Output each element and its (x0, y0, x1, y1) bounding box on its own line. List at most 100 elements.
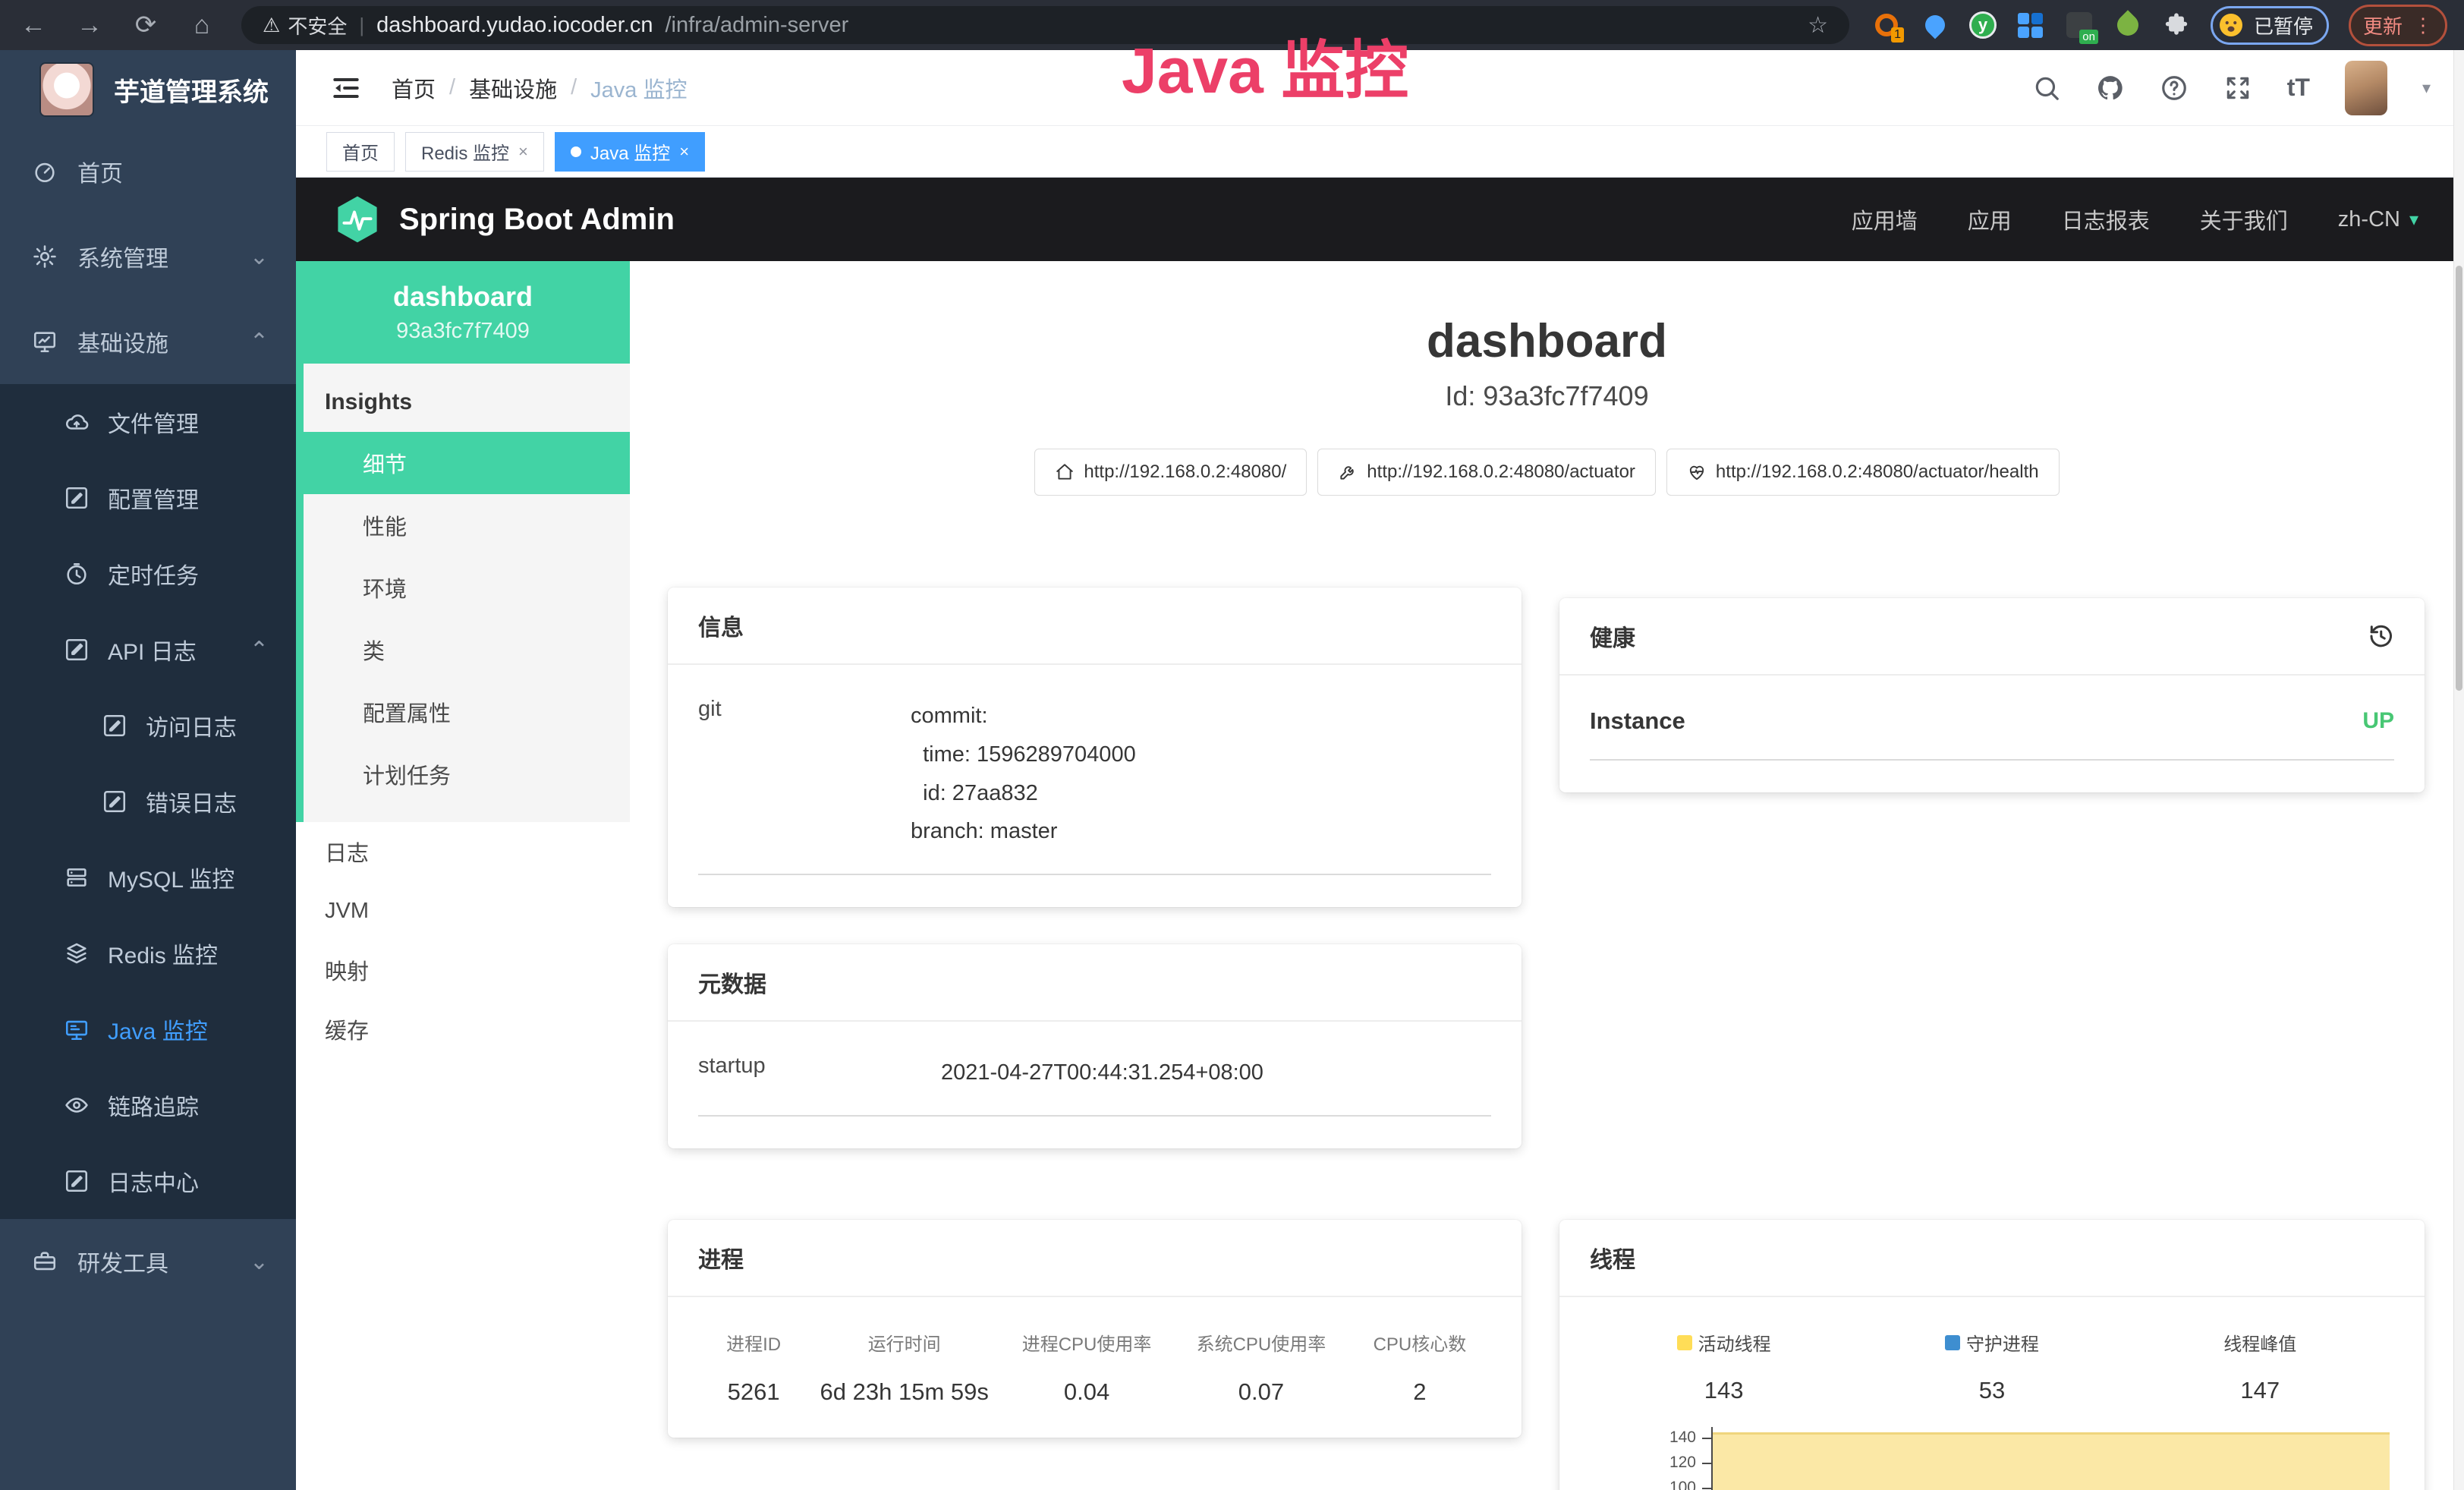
extension-grid-icon[interactable] (2016, 11, 2045, 39)
app-logo[interactable]: 芋道管理系统 (0, 50, 296, 129)
sba-nav: 应用墙 应用 日志报表 关于我们 zh-CN ▾ (1852, 203, 2418, 235)
chevron-up-icon: ⌃ (250, 637, 269, 663)
cpu-cores: 2 (1348, 1378, 1491, 1406)
close-icon[interactable]: × (679, 142, 689, 162)
extension-y-icon[interactable]: y (1969, 11, 1997, 39)
page-scrollbar[interactable] (2453, 50, 2464, 1490)
sba-insights-label: Insights (304, 371, 630, 432)
close-icon[interactable]: × (518, 142, 528, 162)
sidebar-item-file[interactable]: 文件管理 (0, 384, 296, 460)
home-icon (1055, 462, 1075, 482)
forward-icon[interactable]: → (73, 11, 106, 40)
extension-pin-icon[interactable] (1921, 11, 1949, 39)
sidebar-item-trace[interactable]: 链路追踪 (0, 1067, 296, 1143)
info-row-git: git commit: time: 1596289704000 id: 27aa… (698, 697, 1491, 875)
fullscreen-icon[interactable] (2223, 74, 2252, 102)
history-icon[interactable] (2367, 622, 2394, 650)
daemon-threads-value: 53 (1979, 1377, 2005, 1404)
layers-icon (64, 940, 90, 966)
sba-menu-logs[interactable]: 日志 (296, 822, 630, 881)
sba-menu-configprops[interactable]: 配置属性 (304, 681, 630, 743)
navbar-actions: tT ▾ (2032, 61, 2431, 115)
y-axis-tick: 140 (1590, 1429, 1696, 1447)
font-size-icon[interactable]: tT (2287, 74, 2310, 102)
sidebar-item-apilog[interactable]: API 日志 ⌃ (0, 612, 296, 688)
sba-nav-about[interactable]: 关于我们 (2200, 203, 2288, 235)
github-icon[interactable] (2096, 74, 2125, 102)
process-col-header: 运行时间 (809, 1329, 999, 1356)
address-bar[interactable]: ⚠不安全 | dashboard.yudao.iocoder.cn/infra/… (241, 6, 1849, 44)
sidebar-item-infra[interactable]: 基础设施 ⌃ (0, 299, 296, 384)
sidebar-item-devtools[interactable]: 研发工具 ⌄ (0, 1219, 296, 1304)
main-column: 首页 / 基础设施 / Java 监控 tT ▾ (296, 50, 2464, 1490)
sba-menu-mappings[interactable]: 映射 (296, 940, 630, 1000)
service-url-button[interactable]: http://192.168.0.2:48080/ (1034, 449, 1307, 496)
sba-nav-wallboard[interactable]: 应用墙 (1852, 203, 1918, 235)
process-pid: 5261 (698, 1378, 809, 1406)
tab-redis[interactable]: Redis 监控 × (405, 132, 544, 172)
sidebar-item-config[interactable]: 配置管理 (0, 460, 296, 536)
metadata-card-header: 元数据 (668, 944, 1522, 1022)
sidebar-item-accesslog[interactable]: 访问日志 (0, 688, 296, 764)
sidebar-item-mysql[interactable]: MySQL 监控 (0, 840, 296, 915)
sba-body: dashboard 93a3fc7f7409 Insights 细节 性能 环境… (296, 261, 2464, 1490)
sidebar-item-errorlog[interactable]: 错误日志 (0, 764, 296, 840)
sba-language-select[interactable]: zh-CN ▾ (2338, 207, 2418, 232)
legend-peak-threads: 线程峰值 147 (2126, 1329, 2394, 1404)
process-col-header: 进程CPU使用率 (999, 1329, 1174, 1356)
address-divider: | (359, 14, 364, 37)
sidebar-toggle-icon[interactable] (329, 71, 363, 105)
help-icon[interactable] (2160, 74, 2189, 102)
sba-menu-details[interactable]: 细节 (304, 432, 630, 494)
avatar-caret-icon[interactable]: ▾ (2422, 78, 2431, 98)
bookmark-star-icon[interactable]: ☆ (1808, 12, 1828, 39)
threads-card-header: 线程 (1559, 1220, 2425, 1297)
gear-icon (32, 244, 58, 269)
extension-leaf-icon[interactable] (2113, 11, 2142, 39)
process-card-title: 进程 (698, 1241, 744, 1274)
search-icon[interactable] (2032, 74, 2061, 102)
extension-orange-icon[interactable]: 1 (1872, 11, 1901, 39)
sba-menu-caches[interactable]: 缓存 (296, 1000, 630, 1059)
reload-icon[interactable]: ⟳ (129, 10, 162, 40)
breadcrumb-home[interactable]: 首页 (392, 72, 436, 104)
browser-menu-icon[interactable]: ⋮ (2413, 14, 2433, 37)
health-row-instance[interactable]: Instance UP (1590, 707, 2394, 761)
health-url-button[interactable]: http://192.168.0.2:48080/actuator/health (1666, 449, 2060, 496)
sba-nav-journal[interactable]: 日志报表 (2062, 203, 2150, 235)
metadata-card: 元数据 startup 2021-04-27T00:44:31.254+08:0… (668, 944, 1522, 1148)
extensions-puzzle-icon[interactable] (2162, 11, 2191, 39)
sba-menu-scheduledtasks[interactable]: 计划任务 (304, 743, 630, 805)
tab-home[interactable]: 首页 (326, 132, 395, 172)
scrollbar-thumb[interactable] (2456, 266, 2462, 691)
sba-nav-applications[interactable]: 应用 (1968, 203, 2012, 235)
security-warning[interactable]: ⚠不安全 (263, 11, 347, 39)
back-icon[interactable]: ← (17, 11, 50, 40)
sba-menu-classes[interactable]: 类 (304, 619, 630, 681)
instance-title: dashboard (630, 314, 2464, 368)
tab-java[interactable]: Java 监控 × (555, 132, 705, 172)
sidebar-item-job[interactable]: 定时任务 (0, 536, 296, 612)
sidebar-item-system[interactable]: 系统管理 ⌄ (0, 214, 296, 299)
recorder-paused-badge[interactable]: 已暂停 (2211, 6, 2329, 45)
sba-menu-environment[interactable]: 环境 (304, 556, 630, 619)
home-icon[interactable]: ⌂ (185, 11, 219, 40)
instance-hero: dashboard Id: 93a3fc7f7409 (630, 314, 2464, 412)
sba-menu-metrics[interactable]: 性能 (304, 494, 630, 556)
sba-menu-jvm[interactable]: JVM (296, 881, 630, 940)
breadcrumb-infra[interactable]: 基础设施 (469, 72, 557, 104)
threads-card-title: 线程 (1590, 1241, 1635, 1274)
sidebar-item-home[interactable]: 首页 (0, 129, 296, 214)
health-card-header: 健康 (1559, 598, 2425, 676)
sidebar-item-redis[interactable]: Redis 监控 (0, 915, 296, 991)
sba-logo-icon (335, 195, 379, 244)
sba-brand[interactable]: Spring Boot Admin (335, 195, 675, 244)
browser-update-button[interactable]: 更新 ⋮ (2349, 5, 2447, 46)
cloud-upload-icon (64, 409, 90, 435)
sidebar-item-java[interactable]: Java 监控 (0, 991, 296, 1067)
sba-instance-header[interactable]: dashboard 93a3fc7f7409 (296, 261, 630, 364)
sidebar-item-logcenter[interactable]: 日志中心 (0, 1143, 296, 1219)
actuator-url-button[interactable]: http://192.168.0.2:48080/actuator (1317, 449, 1656, 496)
extension-switch-icon[interactable]: on (2065, 11, 2094, 39)
avatar[interactable] (2345, 61, 2387, 115)
